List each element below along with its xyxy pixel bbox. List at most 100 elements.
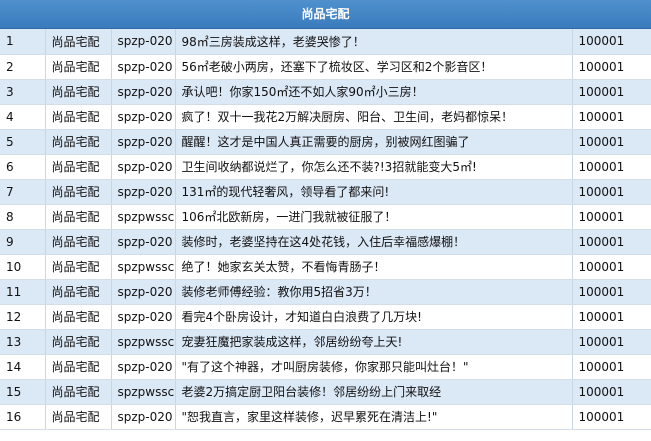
table-row[interactable]: 1 尚品宅配 spzp-020 98㎡三房装成这样，老婆哭惨了！ 100001 [0, 29, 651, 55]
row-number-cell[interactable]: 4 [0, 104, 46, 130]
title-cell[interactable]: 131㎡的现代轻奢风，领导看了都来问! [175, 179, 573, 205]
title-cell[interactable]: 看完4个卧房设计，才知道白白浪费了几万块! [175, 304, 573, 330]
row-number-cell[interactable]: 13 [0, 329, 46, 355]
code-cell[interactable]: spzpwssc [111, 204, 176, 230]
code-cell[interactable]: spzp-020 [111, 29, 176, 55]
title-cell[interactable]: "恕我直言，家里这样装修，迟早累死在清洁上!" [175, 404, 573, 430]
value-cell[interactable]: 100001 [572, 154, 651, 180]
table-row[interactable]: 6 尚品宅配 spzp-020 卫生间收纳都说烂了，你怎么还不装?!3招就能变大5㎡!… [0, 154, 651, 180]
source-cell[interactable]: 尚品宅配 [45, 54, 112, 80]
row-number-cell[interactable]: 7 [0, 179, 46, 205]
value-cell[interactable]: 100001 [572, 254, 651, 280]
row-number-cell[interactable]: 8 [0, 204, 46, 230]
value-cell[interactable]: 100001 [572, 379, 651, 405]
source-cell[interactable]: 尚品宅配 [45, 404, 112, 430]
value-cell[interactable]: 100001 [572, 354, 651, 380]
title-cell[interactable]: 醒醒！这才是中国人真正需要的厨房，别被网红图骗了 [175, 129, 573, 155]
value-cell[interactable]: 100001 [572, 79, 651, 105]
value-cell[interactable]: 100001 [572, 29, 651, 55]
title-cell[interactable]: 装修时，老婆坚持在这4处花钱，入住后幸福感爆棚！ [175, 229, 573, 255]
code-cell[interactable]: spzp-020 [111, 279, 176, 305]
table-row[interactable]: 5 尚品宅配 spzp-020 醒醒！这才是中国人真正需要的厨房，别被网红图骗了 100… [0, 129, 651, 155]
title-cell[interactable]: 106㎡北欧新房，一进门我就被征服了！ [175, 204, 573, 230]
code-cell[interactable]: spzpwssc [111, 254, 176, 280]
code-cell[interactable]: spzp-020 [111, 304, 176, 330]
code-cell[interactable]: spzp-020 [111, 54, 176, 80]
value-cell[interactable]: 100001 [572, 104, 651, 130]
source-cell[interactable]: 尚品宅配 [45, 379, 112, 405]
source-cell[interactable]: 尚品宅配 [45, 29, 112, 55]
row-number-cell[interactable]: 5 [0, 129, 46, 155]
code-cell[interactable]: spzp-020 [111, 179, 176, 205]
source-cell[interactable]: 尚品宅配 [45, 154, 112, 180]
row-number-cell[interactable]: 1 [0, 29, 46, 55]
title-cell[interactable]: 宠妻狂魔把家装成这样，邻居纷纷夸上天! [175, 329, 573, 355]
code-cell[interactable]: spzp-020 [111, 129, 176, 155]
table-row[interactable]: 12 尚品宅配 spzp-020 看完4个卧房设计，才知道白白浪费了几万块! 10000… [0, 304, 651, 330]
table-row[interactable]: 4 尚品宅配 spzp-020 疯了！双十一我花2万解决厨房、阳台、卫生间，老妈都惊呆… [0, 104, 651, 130]
table-row[interactable]: 3 尚品宅配 spzp-020 承认吧！你家150㎡还不如人家90㎡小三房！ 10000… [0, 79, 651, 105]
value-cell[interactable]: 100001 [572, 404, 651, 430]
value-cell[interactable]: 100001 [572, 204, 651, 230]
spreadsheet: 尚品宅配 1 尚品宅配 spzp-020 98㎡三房装成这样，老婆哭惨了！ 100001… [0, 0, 651, 441]
code-cell[interactable]: spzp-020 [111, 104, 176, 130]
value-cell[interactable]: 100001 [572, 229, 651, 255]
row-number-cell[interactable]: 6 [0, 154, 46, 180]
source-cell[interactable]: 尚品宅配 [45, 254, 112, 280]
title-cell[interactable]: 疯了！双十一我花2万解决厨房、阳台、卫生间，老妈都惊呆！ [175, 104, 573, 130]
title-cell[interactable]: 承认吧！你家150㎡还不如人家90㎡小三房！ [175, 79, 573, 105]
source-cell[interactable]: 尚品宅配 [45, 329, 112, 355]
row-number-cell[interactable]: 11 [0, 279, 46, 305]
source-cell[interactable]: 尚品宅配 [45, 129, 112, 155]
title-cell[interactable]: 绝了！她家玄关太赞，不看悔青肠子！ [175, 254, 573, 280]
table-row[interactable]: 16 尚品宅配 spzp-020 "恕我直言，家里这样装修，迟早累死在清洁上!" 100… [0, 404, 651, 430]
source-cell[interactable]: 尚品宅配 [45, 354, 112, 380]
source-cell[interactable]: 尚品宅配 [45, 279, 112, 305]
code-cell[interactable]: spzp-020 [111, 354, 176, 380]
table-row[interactable]: 8 尚品宅配 spzpwssc 106㎡北欧新房，一进门我就被征服了！ 100001 [0, 204, 651, 230]
row-number-cell[interactable]: 2 [0, 54, 46, 80]
title-cell[interactable]: 老婆2万搞定厨卫阳台装修！邻居纷纷上门来取经 [175, 379, 573, 405]
table-row[interactable]: 10 尚品宅配 spzpwssc 绝了！她家玄关太赞，不看悔青肠子！ 100001 [0, 254, 651, 280]
source-cell[interactable]: 尚品宅配 [45, 104, 112, 130]
code-cell[interactable]: spzp-020 [111, 229, 176, 255]
table-row[interactable]: 11 尚品宅配 spzp-020 装修老师傅经验：教你用5招省3万！ 100001 [0, 279, 651, 305]
code-cell[interactable]: spzpwssc [111, 379, 176, 405]
title-cell[interactable]: 98㎡三房装成这样，老婆哭惨了！ [175, 29, 573, 55]
row-number-cell[interactable]: 14 [0, 354, 46, 380]
code-cell[interactable]: spzp-020 [111, 154, 176, 180]
code-cell[interactable]: spzpwssc [111, 329, 176, 355]
table-row[interactable]: 13 尚品宅配 spzpwssc 宠妻狂魔把家装成这样，邻居纷纷夸上天! 100001 [0, 329, 651, 355]
row-number-cell[interactable]: 3 [0, 79, 46, 105]
value-cell[interactable]: 100001 [572, 329, 651, 355]
code-cell[interactable]: spzp-020 [111, 404, 176, 430]
code-cell[interactable]: spzp-020 [111, 79, 176, 105]
row-number-cell[interactable]: 9 [0, 229, 46, 255]
value-cell[interactable]: 100001 [572, 279, 651, 305]
table-row[interactable]: 2 尚品宅配 spzp-020 56㎡老破小两房，还塞下了梳妆区、学习区和2个影音区！… [0, 54, 651, 80]
title-cell[interactable]: 卫生间收纳都说烂了，你怎么还不装?!3招就能变大5㎡! [175, 154, 573, 180]
title-cell[interactable]: 装修老师傅经验：教你用5招省3万！ [175, 279, 573, 305]
source-cell[interactable]: 尚品宅配 [45, 229, 112, 255]
title-cell[interactable]: 56㎡老破小两房，还塞下了梳妆区、学习区和2个影音区！ [175, 54, 573, 80]
source-cell[interactable]: 尚品宅配 [45, 304, 112, 330]
value-cell[interactable]: 100001 [572, 54, 651, 80]
value-cell[interactable]: 100001 [572, 304, 651, 330]
table-title: 尚品宅配 [0, 0, 651, 29]
table-row[interactable]: 15 尚品宅配 spzpwssc 老婆2万搞定厨卫阳台装修！邻居纷纷上门来取经 1000… [0, 379, 651, 405]
row-number-cell[interactable]: 12 [0, 304, 46, 330]
table-row[interactable]: 14 尚品宅配 spzp-020 "有了这个神器，才叫厨房装修，你家那只能叫灶台！" 1… [0, 354, 651, 380]
source-cell[interactable]: 尚品宅配 [45, 179, 112, 205]
value-cell[interactable]: 100001 [572, 129, 651, 155]
row-number-cell[interactable]: 16 [0, 404, 46, 430]
table-row[interactable]: 7 尚品宅配 spzp-020 131㎡的现代轻奢风，领导看了都来问! 100001 [0, 179, 651, 205]
title-cell[interactable]: "有了这个神器，才叫厨房装修，你家那只能叫灶台！" [175, 354, 573, 380]
value-cell[interactable]: 100001 [572, 179, 651, 205]
row-number-cell[interactable]: 10 [0, 254, 46, 280]
data-table: 1 尚品宅配 spzp-020 98㎡三房装成这样，老婆哭惨了！ 100001 2 尚品宅配… [0, 29, 651, 430]
source-cell[interactable]: 尚品宅配 [45, 79, 112, 105]
row-number-cell[interactable]: 15 [0, 379, 46, 405]
table-body: 1 尚品宅配 spzp-020 98㎡三房装成这样，老婆哭惨了！ 100001 2 尚品宅配… [0, 29, 651, 430]
table-row[interactable]: 9 尚品宅配 spzp-020 装修时，老婆坚持在这4处花钱，入住后幸福感爆棚！ 100… [0, 229, 651, 255]
source-cell[interactable]: 尚品宅配 [45, 204, 112, 230]
